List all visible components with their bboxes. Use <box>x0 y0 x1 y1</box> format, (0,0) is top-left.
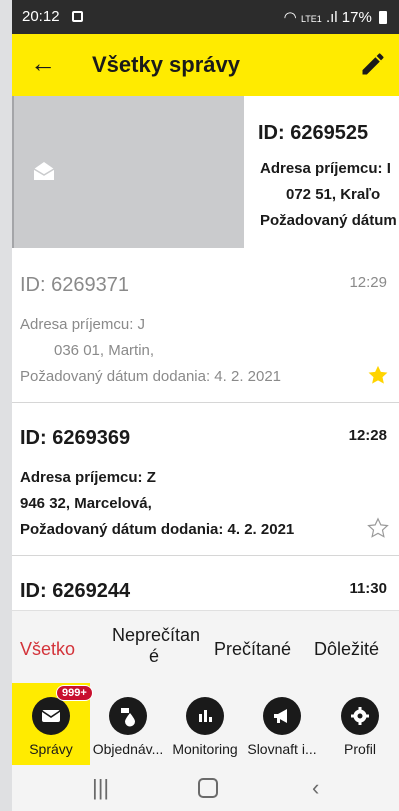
nav-profile-label: Profil <box>344 741 376 757</box>
system-back-icon[interactable]: ‹ <box>312 775 319 801</box>
message-id: ID: 6269371 <box>20 274 129 296</box>
app-bar: ← Všetky správy <box>12 34 399 96</box>
megaphone-icon <box>263 697 301 735</box>
tab-all[interactable]: Všetko <box>20 639 75 660</box>
message-id: ID: 6269244 <box>20 580 131 602</box>
phone-screen: 20:12 ◠ LTE1 .ıl 17% ← Všetky správy ID:… <box>12 0 399 811</box>
message-delivery-date: Požadovaný dátum dodania: 4. 2. 2021 <box>20 368 282 385</box>
status-right: ◠ LTE1 .ıl 17% <box>284 8 387 26</box>
system-nav-bar: ||| ‹ <box>12 765 399 811</box>
battery-icon <box>379 11 387 24</box>
message-time: 11:30 <box>349 580 387 597</box>
bar-chart-icon <box>186 697 224 735</box>
message-id: ID: 6269525 <box>258 122 369 144</box>
recent-apps-icon[interactable]: ||| <box>92 775 109 801</box>
notification-icon <box>72 11 83 22</box>
network-label: LTE1 <box>300 14 322 24</box>
nav-profile[interactable]: Profil <box>321 683 399 765</box>
list-item[interactable]: ID: 6269369 12:28 Adresa príjemcu: Z 946… <box>12 403 399 556</box>
nav-monitoring[interactable]: Monitoring <box>166 683 244 765</box>
bottom-nav: 999+ Správy Objednáv... Monitoring Slovn… <box>12 683 399 765</box>
tab-important[interactable]: Dôležité <box>314 639 379 660</box>
nav-messages-label: Správy <box>29 741 73 757</box>
list-item[interactable]: ID: 6269371 12:29 Adresa príjemcu: J 036… <box>12 250 399 403</box>
filter-tabs: Všetko Neprečítan é Prečítané Dôležité <box>12 610 399 684</box>
tab-unread-label: Neprečítan <box>112 625 201 645</box>
home-icon[interactable] <box>198 778 218 798</box>
swiped-message-row[interactable]: ID: 6269525 Adresa príjemcu: I 072 51, K… <box>12 96 399 250</box>
message-address: Adresa príjemcu: I <box>260 160 391 177</box>
message-city: 072 51, Kraľo <box>286 186 381 203</box>
tab-read[interactable]: Prečítané <box>214 639 291 660</box>
nav-messages[interactable]: 999+ Správy <box>12 683 93 765</box>
wifi-icon: ◠ <box>283 9 297 26</box>
nav-orders-label: Objednáv... <box>92 741 164 757</box>
message-delivery-date: Požadovaný dátum <box>260 212 397 229</box>
message-address: Adresa príjemcu: Z <box>20 469 156 486</box>
status-time: 20:12 <box>22 8 60 25</box>
status-bar: 20:12 ◠ LTE1 .ıl 17% <box>12 0 399 34</box>
message-address: Adresa príjemcu: J <box>20 316 146 333</box>
swipe-edge <box>12 96 14 248</box>
tab-unread-label-wrap: é <box>148 646 159 666</box>
star-filled-icon[interactable] <box>367 364 389 386</box>
open-envelope-icon <box>33 162 55 180</box>
nav-slovnaft-label: Slovnaft i... <box>247 741 317 757</box>
page-title: Všetky správy <box>92 52 240 77</box>
nav-slovnaft[interactable]: Slovnaft i... <box>243 683 321 765</box>
gear-icon <box>341 697 379 735</box>
list-item[interactable]: ID: 6269244 11:30 <box>12 556 399 610</box>
battery-percent: 17% <box>341 9 372 26</box>
signal-icon: .ıl <box>325 9 338 26</box>
back-arrow-icon[interactable]: ← <box>30 48 56 79</box>
message-delivery-date: Požadovaný dátum dodania: 4. 2. 2021 <box>20 521 295 538</box>
nav-monitoring-label: Monitoring <box>172 741 238 757</box>
message-list[interactable]: ID: 6269525 Adresa príjemcu: I 072 51, K… <box>12 96 399 610</box>
message-city: 036 01, Martin, <box>54 342 155 359</box>
message-time: 12:29 <box>349 274 387 291</box>
fuel-drop-icon <box>109 697 147 735</box>
nav-orders[interactable]: Objednáv... <box>89 683 167 765</box>
mark-read-action[interactable] <box>12 96 244 248</box>
unread-count-badge: 999+ <box>56 685 93 701</box>
pencil-icon[interactable] <box>359 50 387 78</box>
envelope-icon <box>32 697 70 735</box>
star-outline-icon[interactable] <box>367 517 389 539</box>
message-city: 946 32, Marcelová, <box>20 495 152 512</box>
message-id: ID: 6269369 <box>20 427 131 449</box>
tab-unread[interactable]: Neprečítan é <box>112 625 200 667</box>
message-time: 12:28 <box>348 427 387 444</box>
